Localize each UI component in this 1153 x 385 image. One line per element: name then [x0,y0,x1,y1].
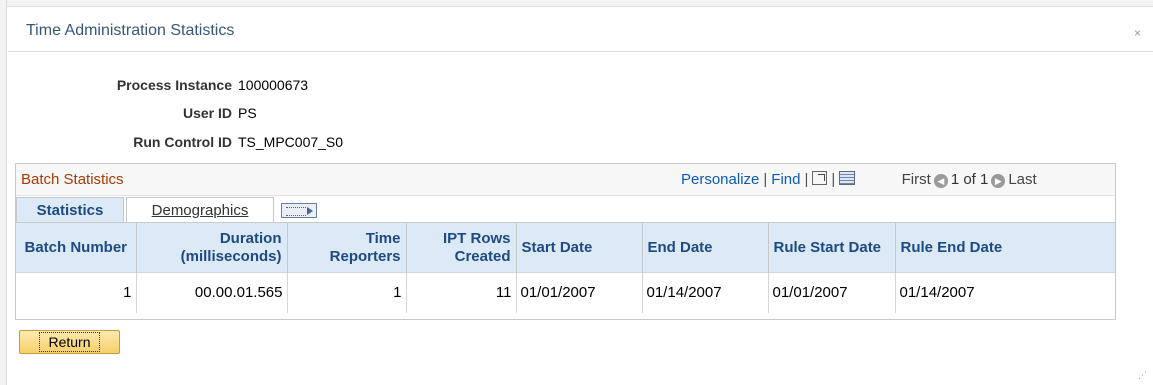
grid-title: Batch Statistics [21,171,124,188]
previous-icon[interactable]: ◀ [933,174,948,188]
grid-header: Batch Statistics Personalize | Find | | Firs… [16,164,1115,196]
left-border [0,0,7,385]
column-header-ipt-rows-created[interactable]: IPT Rows Created [406,222,517,273]
tab-demographics[interactable]: Demographics [126,197,274,222]
column-header-end-date[interactable]: End Date [642,222,769,273]
table-header-row: Batch Number Duration (milliseconds) Tim… [16,222,1115,273]
first-link[interactable]: First [902,171,931,188]
info-user-id: User ID [0,102,232,124]
cell-ipt-rows-created: 11 [406,272,517,313]
column-header-start-date[interactable]: Start Date [516,222,643,273]
title-divider [8,51,1153,52]
last-link[interactable]: Last [1008,171,1036,188]
page-title: Time Administration Statistics [26,22,235,39]
tab-demographics-label: Demographics [151,202,249,219]
cell-duration: 00.00.01.565 [136,272,288,313]
resize-grip-icon[interactable]: ⋰ [1138,370,1147,381]
info-value-user-id: PS [238,105,257,121]
batch-statistics-grid: Batch Statistics Personalize | Find | | Firs… [15,163,1116,320]
info-process-instance: Process Instance [0,74,232,96]
info-value-run-control-id: TS_MPC007_S0 [238,134,344,150]
column-header-duration[interactable]: Duration (milliseconds) [136,222,288,273]
column-header-batch-number[interactable]: Batch Number [16,222,137,273]
personalize-link[interactable]: Personalize [681,171,759,188]
column-header-rule-start-date[interactable]: Rule Start Date [768,222,896,273]
batch-statistics-table: Batch Number Duration (milliseconds) Tim… [16,222,1115,313]
info-run-control-id: Run Control ID [0,131,232,153]
view-all-icon[interactable] [812,171,828,185]
info-value-process-instance: 100000673 [238,77,309,93]
column-header-time-reporters[interactable]: Time Reporters [287,222,407,273]
grid-tabs: Statistics Demographics [16,197,1115,222]
info-user-id-value-row: PS [238,102,438,124]
cell-time-reporters: 1 [287,272,407,313]
separator: | [763,171,768,188]
grid-navigation: Personalize | Find | | First ◀ 1 of 1 ▶ Last [681,171,1037,188]
separator: | [804,171,809,188]
cell-rule-end-date: 01/14/2007 [895,272,1115,313]
column-header-rule-end-date[interactable]: Rule End Date [895,222,1115,273]
show-all-columns-icon[interactable] [281,203,317,218]
tab-statistics-label: Statistics [36,202,104,219]
cell-rule-start-date: 01/01/2007 [768,272,896,313]
cell-end-date: 01/14/2007 [642,272,769,313]
cell-batch-number: 1 [16,272,137,313]
return-button[interactable]: Return [19,330,120,354]
table-row: 1 00.00.01.565 1 11 01/01/2007 01/14/200… [16,272,1115,313]
row-range: 1 of 1 [950,171,989,188]
cell-start-date: 01/01/2007 [516,272,643,313]
info-label-user-id: User ID [182,105,232,121]
tab-statistics[interactable]: Statistics [16,197,124,222]
next-icon[interactable]: ▶ [991,174,1006,188]
close-icon[interactable]: × [1134,26,1141,40]
top-border [0,0,1153,7]
return-button-label: Return [39,332,100,352]
info-run-control-id-value-row: TS_MPC007_S0 [238,131,438,153]
download-icon[interactable] [839,171,856,185]
info-process-instance-value-row: 100000673 [238,74,438,96]
separator: | [831,171,836,188]
info-label-run-control-id: Run Control ID [133,134,232,150]
info-label-process-instance: Process Instance [116,77,232,93]
find-link[interactable]: Find [771,171,800,188]
